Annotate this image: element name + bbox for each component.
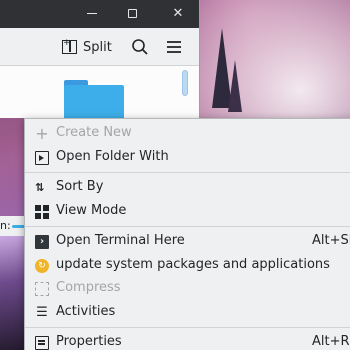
menu-item-label: View Mode <box>56 203 127 218</box>
menu-item-activities[interactable]: ☰ Activities <box>25 301 350 325</box>
terminal-icon: › <box>35 235 49 249</box>
sort-icon: ⇅ <box>35 181 45 194</box>
menu-item-shortcut: Alt+Sh <box>312 233 350 248</box>
menu-item-label: Open Terminal Here <box>56 233 185 248</box>
maximize-icon[interactable] <box>122 4 142 24</box>
view-mode-grid-icon <box>35 205 49 219</box>
folder-icon[interactable] <box>64 80 124 118</box>
background-window-label: n: <box>0 219 11 232</box>
menu-item-update-system[interactable]: ↻ update system packages and application… <box>25 254 350 278</box>
split-button[interactable]: Split <box>62 37 112 57</box>
search-icon <box>132 39 148 55</box>
menu-item-compress[interactable]: Compress <box>25 277 350 301</box>
menu-item-open-folder-with[interactable]: Open Folder With <box>25 146 350 170</box>
menu-item-label: Activities <box>56 304 116 319</box>
properties-icon <box>35 336 49 350</box>
window-titlebar[interactable]: ✕ <box>0 0 199 28</box>
compress-icon <box>35 282 49 296</box>
close-icon[interactable]: ✕ <box>168 4 188 24</box>
hamburger-menu-button[interactable] <box>164 37 184 57</box>
hamburger-menu-icon <box>167 41 181 53</box>
split-view-icon <box>62 38 77 54</box>
menu-separator <box>25 327 350 328</box>
menu-separator <box>25 226 350 227</box>
wallpaper-tree <box>228 60 242 112</box>
background-window-image <box>0 236 24 350</box>
split-button-label: Split <box>83 39 112 55</box>
menu-item-label: Sort By <box>56 179 104 194</box>
plus-icon: + <box>35 124 49 143</box>
background-window-fragment: n: <box>0 216 24 236</box>
vertical-scrollbar[interactable] <box>182 70 188 96</box>
open-with-icon <box>35 151 49 165</box>
menu-item-label: Create New <box>56 125 132 140</box>
menu-item-view-mode[interactable]: View Mode <box>25 200 350 224</box>
window-toolbar: Split <box>0 28 199 66</box>
background-window-progress <box>12 225 24 228</box>
menu-item-label: Compress <box>56 280 121 295</box>
file-view[interactable] <box>0 66 199 118</box>
menu-item-label: Open Folder With <box>56 149 169 164</box>
menu-item-open-terminal-here[interactable]: › Open Terminal Here Alt+Sh <box>25 230 350 254</box>
menu-item-shortcut: Alt+R <box>312 334 350 349</box>
search-button[interactable] <box>130 37 150 57</box>
menu-item-label: Properties <box>56 334 122 349</box>
menu-item-sort-by[interactable]: ⇅ Sort By <box>25 176 350 200</box>
menu-item-properties[interactable]: Properties Alt+R <box>25 331 350 350</box>
menu-item-label: update system packages and applications <box>56 257 330 272</box>
update-icon: ↻ <box>35 259 49 273</box>
minimize-icon[interactable] <box>82 4 102 24</box>
activities-icon: ☰ <box>36 305 48 320</box>
file-manager-window: ✕ Split <box>0 0 200 118</box>
menu-item-create-new[interactable]: + Create New <box>25 122 350 146</box>
context-menu: + Create New Open Folder With ⇅ Sort By … <box>24 118 350 350</box>
menu-separator <box>25 172 350 173</box>
